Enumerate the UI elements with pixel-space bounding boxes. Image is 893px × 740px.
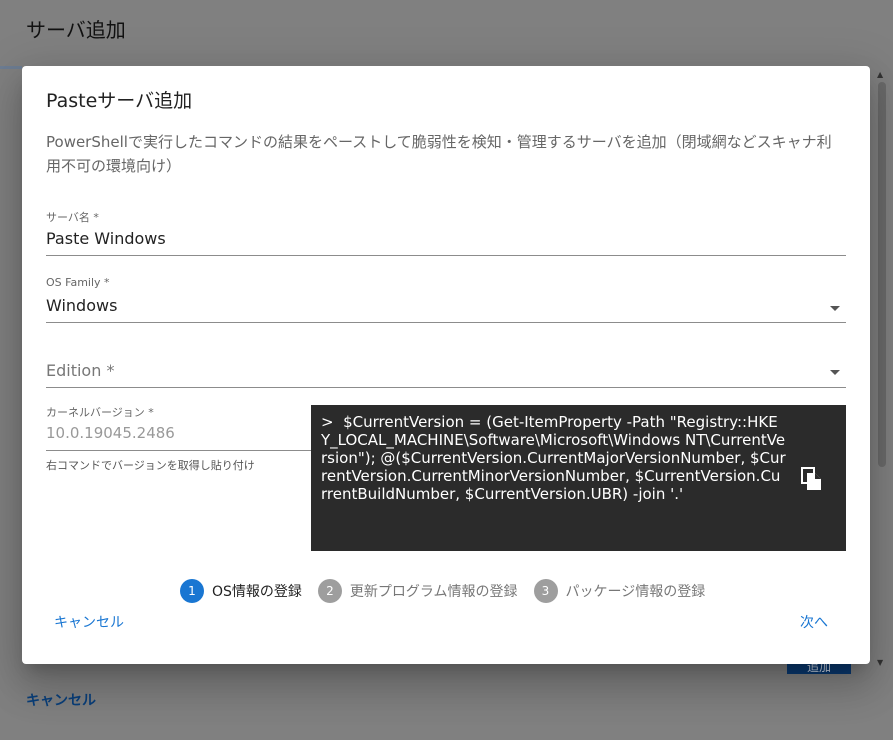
step-2-number: 2 bbox=[317, 579, 342, 603]
copy-icon[interactable] bbox=[801, 467, 823, 495]
server-name-label: サーバ名 * bbox=[46, 211, 99, 224]
background-divider bbox=[0, 66, 22, 69]
os-family-label: OS Family * bbox=[46, 276, 110, 289]
scroll-down-arrow-icon[interactable]: ▼ bbox=[877, 658, 883, 667]
server-name-input[interactable]: Paste Windows bbox=[46, 229, 846, 251]
background-scrollbar-thumb[interactable] bbox=[878, 82, 886, 467]
step-2-label: 更新プログラム情報の登録 bbox=[349, 584, 518, 600]
step-3-number: 3 bbox=[533, 579, 558, 603]
stepper: 1 OS情報の登録 2 更新プログラム情報の登録 3 パッケージ情報の登録 bbox=[180, 578, 721, 604]
edition-placeholder[interactable]: Edition * bbox=[46, 361, 846, 383]
step-1: 1 OS情報の登録 bbox=[180, 579, 302, 603]
command-box: > $CurrentVersion = (Get-ItemProperty -P… bbox=[311, 405, 846, 551]
dialog-title: Pasteサーバ追加 bbox=[46, 90, 193, 112]
kernel-version-label: カーネルバージョン * bbox=[46, 406, 154, 419]
cancel-button[interactable]: キャンセル bbox=[54, 612, 124, 632]
edition-underline bbox=[46, 387, 846, 388]
next-button[interactable]: 次へ bbox=[800, 612, 828, 632]
step-3: 3 パッケージ情報の登録 bbox=[533, 579, 706, 603]
os-family-select[interactable]: OS Family * Windows bbox=[46, 276, 846, 323]
background-page-title: サーバ追加 bbox=[26, 18, 126, 42]
os-family-value[interactable]: Windows bbox=[46, 296, 846, 318]
scroll-up-arrow-icon[interactable]: ▲ bbox=[877, 70, 883, 79]
server-name-underline bbox=[46, 255, 846, 256]
chevron-down-icon[interactable] bbox=[830, 370, 840, 375]
server-name-field[interactable]: サーバ名 * Paste Windows bbox=[46, 209, 846, 256]
chevron-down-icon[interactable] bbox=[830, 306, 840, 311]
command-text: > $CurrentVersion = (Get-ItemProperty -P… bbox=[321, 413, 786, 503]
step-1-label: OS情報の登録 bbox=[212, 584, 302, 600]
os-family-underline bbox=[46, 322, 846, 323]
kernel-version-underline bbox=[46, 450, 311, 451]
edition-select[interactable]: Edition * bbox=[46, 361, 846, 388]
step-1-number: 1 bbox=[180, 579, 204, 603]
step-2: 2 更新プログラム情報の登録 bbox=[317, 579, 518, 603]
kernel-version-field[interactable]: カーネルバージョン * 10.0.19045.2486 右コマンドでバージョンを… bbox=[46, 404, 311, 473]
dialog-description: PowerShellで実行したコマンドの結果をペーストして脆弱性を検知・管理する… bbox=[46, 133, 832, 175]
paste-server-dialog: Pasteサーバ追加 PowerShellで実行したコマンドの結果をペーストして… bbox=[22, 66, 870, 664]
step-3-label: パッケージ情報の登録 bbox=[565, 584, 706, 600]
kernel-version-hint: 右コマンドでバージョンを取得し貼り付け bbox=[46, 459, 255, 472]
kernel-version-input[interactable]: 10.0.19045.2486 bbox=[46, 424, 311, 446]
background-cancel-button: キャンセル bbox=[26, 693, 96, 709]
